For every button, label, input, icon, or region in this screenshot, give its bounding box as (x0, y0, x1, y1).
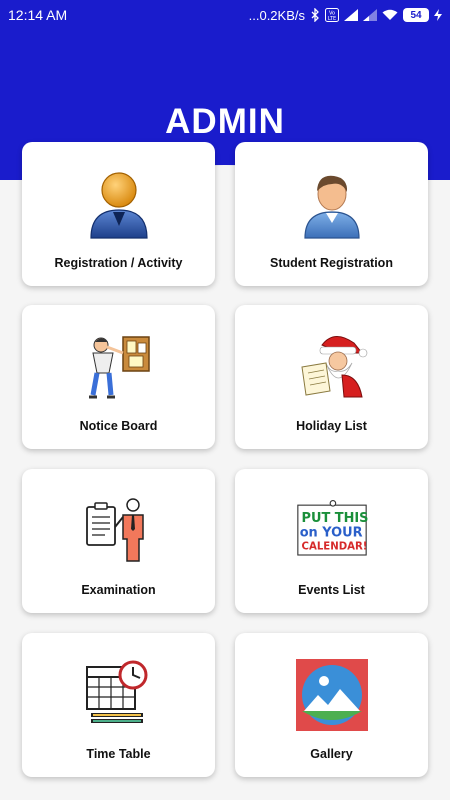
battery-icon: 54 (403, 8, 429, 22)
examination-card[interactable]: Examination (22, 469, 215, 613)
gallery-card[interactable]: Gallery (235, 633, 428, 777)
calendar-events-icon: PUT THIS on YOUR CALENDAR! (296, 495, 368, 567)
registration-activity-card[interactable]: Registration / Activity (22, 142, 215, 286)
gallery-icon (295, 659, 368, 731)
student-registration-card[interactable]: Student Registration (235, 142, 428, 286)
charging-icon (434, 9, 442, 21)
time-table-card[interactable]: Time Table (22, 633, 215, 777)
signal-weak-icon (363, 9, 377, 21)
signal-icon (344, 9, 358, 21)
events-line-1: PUT THIS (301, 511, 367, 526)
notice-board-card[interactable]: Notice Board (22, 305, 215, 449)
status-bar: 12:14 AM ...0.2KB/s Vo LTE 54 (0, 0, 450, 30)
notice-board-label: Notice Board (79, 419, 158, 433)
events-line-2: on YOUR (299, 526, 362, 541)
holiday-list-label: Holiday List (296, 419, 367, 433)
time-table-label: Time Table (86, 747, 151, 761)
student-user-icon (296, 168, 368, 240)
gallery-label: Gallery (310, 747, 353, 761)
wifi-icon (382, 9, 398, 21)
examination-label: Examination (81, 583, 156, 597)
events-list-card[interactable]: PUT THIS on YOUR CALENDAR! Events List (235, 469, 428, 613)
status-time: 12:14 AM (8, 7, 68, 23)
time-table-icon (83, 659, 155, 731)
svg-text:LTE: LTE (328, 16, 336, 22)
bluetooth-icon (310, 8, 320, 22)
volte-icon: Vo LTE (325, 8, 339, 22)
registration-activity-label: Registration / Activity (54, 256, 183, 270)
network-speed: ...0.2KB/s (248, 7, 305, 23)
events-line-3: CALENDAR! (301, 541, 367, 552)
notice-board-icon (83, 331, 155, 403)
status-icons: ...0.2KB/s Vo LTE 54 (249, 8, 442, 23)
admin-user-icon (83, 168, 155, 240)
holiday-list-card[interactable]: Holiday List (235, 305, 428, 449)
events-list-label: Events List (298, 583, 365, 597)
santa-holiday-icon (296, 331, 368, 403)
examination-icon (83, 495, 155, 567)
page-title: ADMIN (165, 102, 285, 141)
student-registration-label: Student Registration (270, 256, 393, 270)
